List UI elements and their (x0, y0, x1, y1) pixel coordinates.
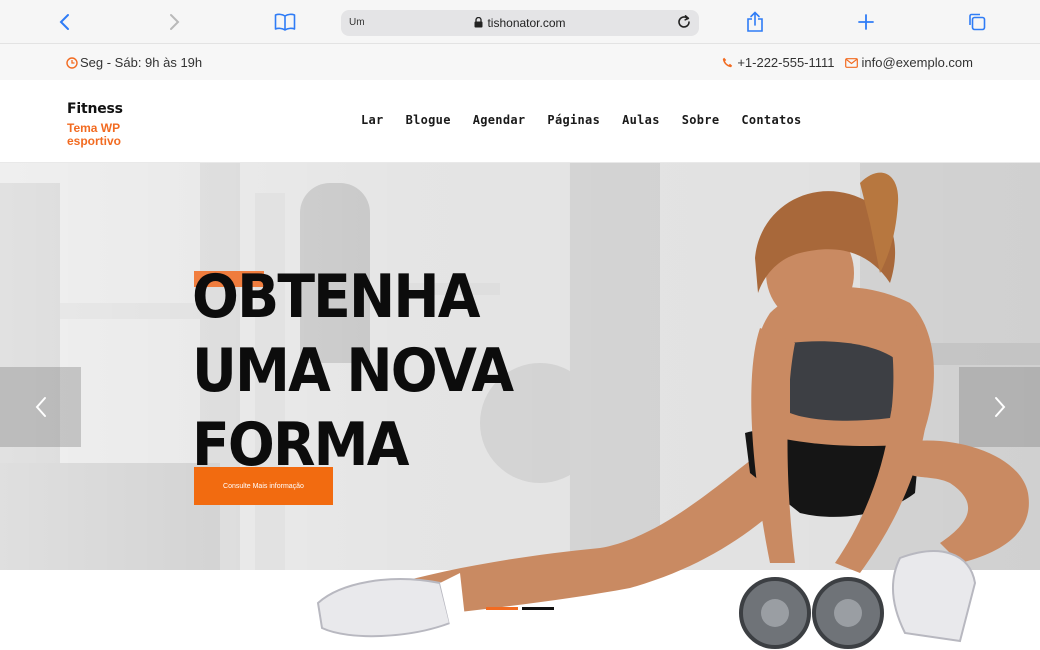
email-link[interactable]: info@exemplo.com (844, 55, 973, 70)
clock-icon (66, 56, 78, 69)
nav-item-agendar[interactable]: Agendar (473, 113, 526, 127)
headline-line-1: OBTENHA (192, 262, 480, 332)
nav-item-lar[interactable]: Lar (361, 113, 384, 127)
nav-item-paginas[interactable]: Páginas (547, 113, 600, 127)
hero-headline: OBTENHA UMA NOVA FORMA (192, 260, 523, 482)
bookmarks-icon[interactable] (273, 10, 297, 34)
address-bar[interactable]: Um tishonator.com (341, 10, 699, 36)
url-display: tishonator.com (341, 16, 699, 30)
slider-dot-2[interactable] (522, 607, 554, 610)
read-more-button[interactable]: Consulte Mais informação (194, 467, 333, 505)
slider-dot-1[interactable] (486, 607, 518, 610)
envelope-icon (844, 57, 858, 68)
phone-icon (723, 57, 733, 68)
forward-icon[interactable] (163, 10, 187, 34)
chevron-left-icon (35, 397, 46, 417)
top-info-bar: Seg - Sáb: 9h às 19h +1-222-555-1111 inf… (0, 44, 1040, 80)
slider-prev-button[interactable] (0, 367, 81, 447)
nav-item-contatos[interactable]: Contatos (741, 113, 801, 127)
back-icon[interactable] (52, 10, 76, 34)
contact-info: +1-222-555-1111 info@exemplo.com (722, 55, 973, 70)
reload-icon[interactable] (676, 14, 692, 35)
nav-item-blogue[interactable]: Blogue (406, 113, 451, 127)
opening-hours: Seg - Sáb: 9h às 19h (66, 55, 202, 70)
share-icon[interactable] (743, 10, 767, 34)
hero-slider: OBTENHA UMA NOVA FORMA Consulte Mais inf… (0, 163, 1040, 650)
site-name: Fitness (67, 101, 123, 117)
phone-link[interactable]: +1-222-555-1111 (722, 55, 835, 70)
site-tagline: Tema WP esportivo (67, 121, 122, 148)
headline-line-2: UMA NOVA (192, 336, 514, 406)
slider-pagination (486, 607, 554, 610)
hours-text: Seg - Sáb: 9h às 19h (80, 55, 203, 70)
lock-icon (474, 17, 483, 28)
nav-item-aulas[interactable]: Aulas (622, 113, 660, 127)
phone-text: +1-222-555-1111 (737, 55, 835, 70)
email-text: info@exemplo.com (861, 55, 973, 70)
main-nav: Lar Blogue Agendar Páginas Aulas Sobre C… (361, 113, 824, 127)
url-text: tishonator.com (487, 16, 566, 30)
tabs-icon[interactable] (965, 10, 989, 34)
site-logo[interactable]: Fitness Tema WP esportivo (67, 101, 137, 148)
nav-item-sobre[interactable]: Sobre (682, 113, 720, 127)
new-tab-icon[interactable] (854, 10, 878, 34)
site-header: Fitness Tema WP esportivo Lar Blogue Age… (0, 80, 1040, 163)
browser-toolbar: Um tishonator.com (0, 0, 1040, 44)
